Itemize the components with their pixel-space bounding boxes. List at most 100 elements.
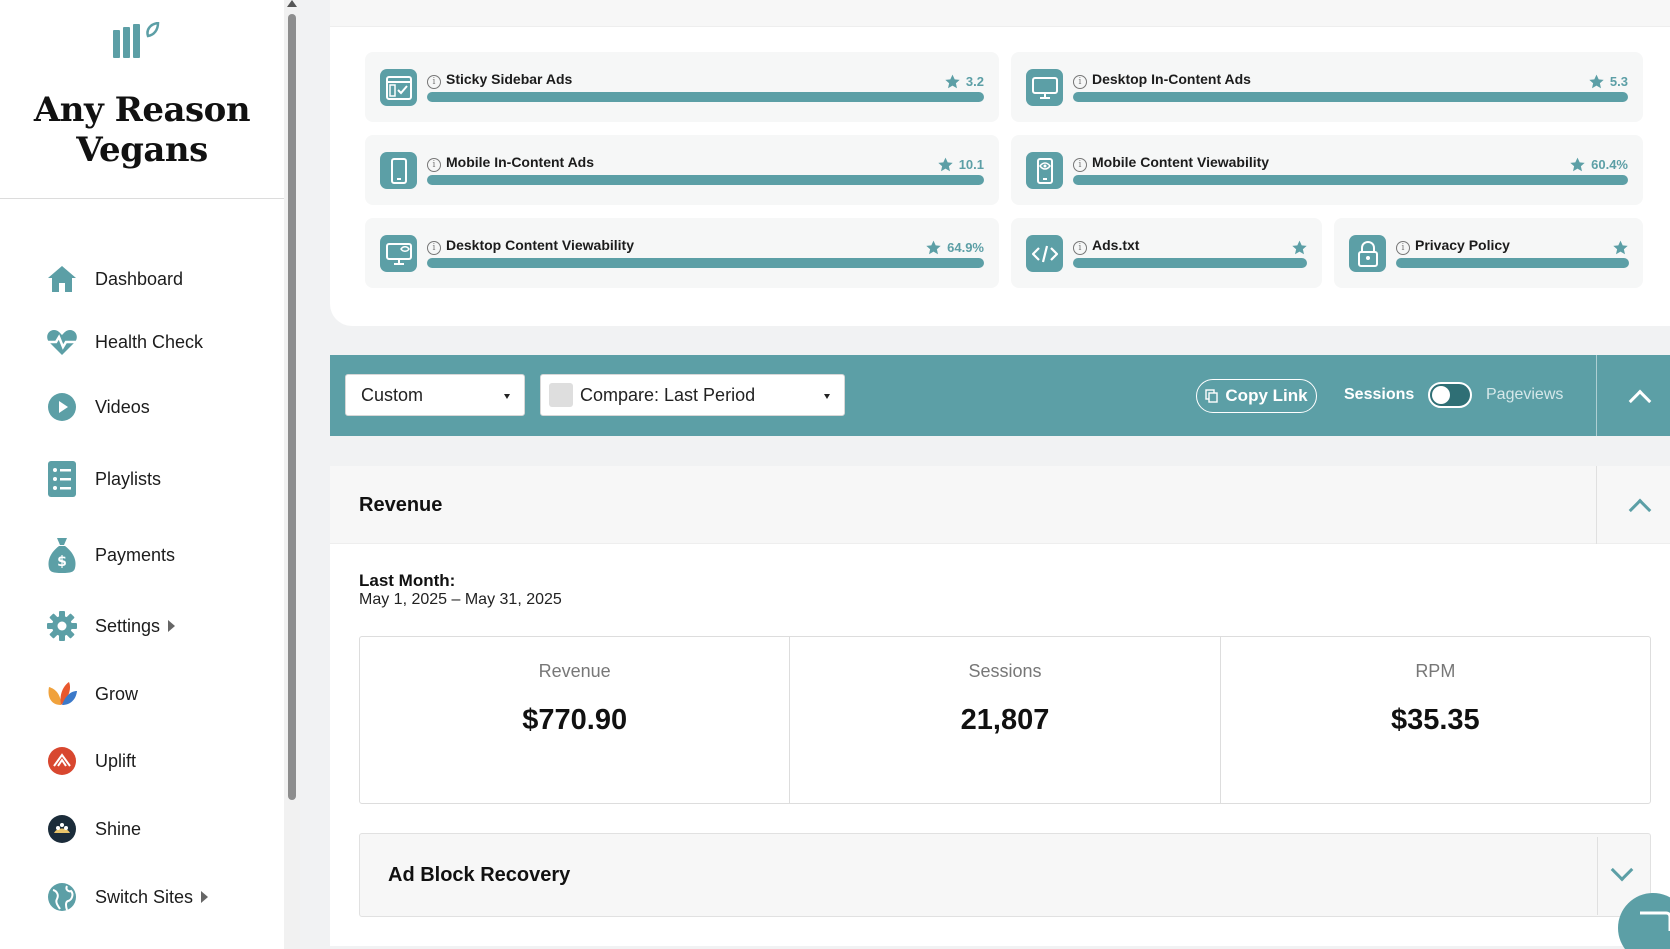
- shine-icon: [46, 813, 78, 845]
- sidebar-item-dashboard[interactable]: Dashboard: [46, 259, 183, 299]
- browser-check-icon: [380, 69, 417, 106]
- chat-support-button[interactable]: [1618, 893, 1670, 949]
- star-icon: [1589, 74, 1604, 89]
- sidebar-item-label: Switch Sites: [95, 886, 194, 907]
- compare-select[interactable]: Compare: Last Period: [540, 374, 845, 416]
- metric-label: Desktop Content Viewability: [446, 237, 634, 253]
- sidebar-item-switch-sites[interactable]: Switch Sites: [46, 877, 209, 917]
- chevron-up-icon[interactable]: [1628, 498, 1652, 522]
- info-icon[interactable]: i: [427, 75, 441, 89]
- scroll-up-arrow-icon[interactable]: [287, 0, 297, 7]
- sidebar-item-label: Uplift: [95, 750, 137, 771]
- revenue-header[interactable]: Revenue: [330, 466, 1670, 544]
- metric-score: 3.2: [945, 74, 984, 89]
- date-range-value: Custom: [361, 384, 424, 405]
- globe-icon: [46, 881, 78, 913]
- metric-progress-bar: [1396, 258, 1629, 268]
- scroll-thumb[interactable]: [288, 14, 296, 800]
- info-icon[interactable]: i: [1073, 241, 1087, 255]
- mobile-icon: [380, 152, 417, 189]
- sidebar-divider: [0, 198, 284, 199]
- ad-block-divider: [1597, 837, 1598, 915]
- metric-score: 64.9%: [926, 240, 984, 255]
- metric-sticky-sidebar-ads[interactable]: i Sticky Sidebar Ads 3.2: [365, 52, 999, 122]
- home-icon: [46, 263, 78, 295]
- sidebar-item-settings[interactable]: Settings: [46, 606, 176, 646]
- star-icon: [945, 74, 960, 89]
- toggle-label-sessions[interactable]: Sessions: [1344, 386, 1414, 404]
- sidebar-item-label: Settings: [95, 615, 161, 636]
- sidebar-item-videos[interactable]: Videos: [46, 387, 150, 427]
- brand-logo-icon[interactable]: [112, 21, 172, 62]
- sidebar-item-label: Dashboard: [95, 268, 184, 289]
- metric-progress-bar: [1073, 92, 1628, 102]
- stat-revenue: Revenue $770.90: [360, 637, 791, 803]
- lock-icon: [1349, 235, 1386, 272]
- metric-label: Mobile In-Content Ads: [446, 154, 595, 170]
- revenue-card: Revenue Last Month: May 1, 2025 – May 31…: [330, 466, 1670, 946]
- sidebar-item-uplift[interactable]: Uplift: [46, 741, 136, 781]
- revenue-header-divider: [1596, 466, 1597, 544]
- sidebar-item-payments[interactable]: $ Payments: [46, 535, 175, 575]
- health-metrics-card: i Sticky Sidebar Ads 3.2 i Desktop In-Co…: [330, 0, 1670, 326]
- metric-progress-bar: [427, 258, 984, 268]
- revenue-stats: Revenue $770.90 Sessions 21,807 RPM $35.…: [359, 636, 1651, 804]
- sidebar-item-grow[interactable]: Grow: [46, 674, 138, 714]
- info-icon[interactable]: i: [1073, 158, 1087, 172]
- chevron-down-icon[interactable]: [1610, 858, 1634, 882]
- metric-value: 10.1: [958, 157, 984, 172]
- metric-mobile-content-viewability[interactable]: i Mobile Content Viewability 60.4%: [1011, 135, 1643, 205]
- toggle-label-pageviews[interactable]: Pageviews: [1486, 386, 1563, 404]
- sidebar-item-health-check[interactable]: Health Check: [46, 322, 203, 362]
- star-icon: [1570, 157, 1585, 172]
- revenue-title: Revenue: [359, 494, 443, 516]
- copy-link-button[interactable]: Copy Link: [1196, 379, 1317, 413]
- metric-label: Desktop In-Content Ads: [1092, 71, 1251, 87]
- sidebar-item-label: Health Check: [95, 331, 204, 352]
- chevron-up-icon[interactable]: [1628, 389, 1652, 413]
- sidebar-item-label: Payments: [95, 544, 176, 565]
- site-title-line-1: Any Reason: [33, 90, 251, 130]
- star-icon: [1613, 240, 1628, 255]
- period-label: Last Month:: [359, 571, 456, 590]
- stat-label: Revenue: [538, 661, 611, 681]
- toggle-knob: [1432, 386, 1450, 404]
- metric-value: 5.3: [1609, 74, 1628, 89]
- star-icon: [1292, 240, 1307, 255]
- metric-score: [1613, 240, 1628, 255]
- sidebar-scrollbar[interactable]: [284, 0, 300, 949]
- heartbeat-icon: [46, 326, 78, 358]
- ad-block-recovery-panel[interactable]: Ad Block Recovery: [359, 833, 1651, 917]
- period-range: May 1, 2025 – May 31, 2025: [359, 591, 562, 608]
- metric-mobile-in-content-ads[interactable]: i Mobile In-Content Ads 10.1: [365, 135, 999, 205]
- metric-score: 60.4%: [1570, 157, 1628, 172]
- site-title: Any Reason Vegans: [0, 90, 284, 170]
- chat-icon: [1640, 911, 1670, 931]
- metric-score: 10.1: [938, 157, 984, 172]
- compare-color-swatch: [549, 383, 573, 407]
- info-icon[interactable]: i: [427, 158, 441, 172]
- info-icon[interactable]: i: [1073, 75, 1087, 89]
- metric-progress-bar: [427, 92, 984, 102]
- sessions-pageviews-toggle[interactable]: [1428, 382, 1472, 408]
- metric-ads-txt[interactable]: i Ads.txt: [1011, 218, 1322, 288]
- metric-desktop-content-viewability[interactable]: i Desktop Content Viewability 64.9%: [365, 218, 999, 288]
- info-icon[interactable]: i: [427, 241, 441, 255]
- filter-bar: Custom Compare: Last Period Copy Link Se…: [330, 355, 1670, 436]
- sidebar-item-label: Playlists: [95, 468, 162, 489]
- play-icon: [46, 391, 78, 423]
- stat-label: Sessions: [968, 661, 1042, 681]
- sidebar-item-playlists[interactable]: Playlists: [46, 459, 161, 499]
- metric-progress-bar: [427, 175, 984, 185]
- metric-desktop-in-content-ads[interactable]: i Desktop In-Content Ads 5.3: [1011, 52, 1643, 122]
- stat-rpm: RPM $35.35: [1221, 637, 1650, 803]
- code-icon: [1026, 235, 1063, 272]
- info-icon[interactable]: i: [1396, 241, 1410, 255]
- compare-value: Compare: Last Period: [580, 384, 756, 405]
- metric-privacy-policy[interactable]: i Privacy Policy: [1334, 218, 1643, 288]
- sidebar-item-label: Grow: [95, 683, 139, 704]
- sidebar-item-shine[interactable]: Shine: [46, 809, 141, 849]
- ad-block-recovery-title: Ad Block Recovery: [388, 864, 571, 886]
- date-range-select[interactable]: Custom: [345, 374, 525, 416]
- grow-icon: [46, 678, 78, 710]
